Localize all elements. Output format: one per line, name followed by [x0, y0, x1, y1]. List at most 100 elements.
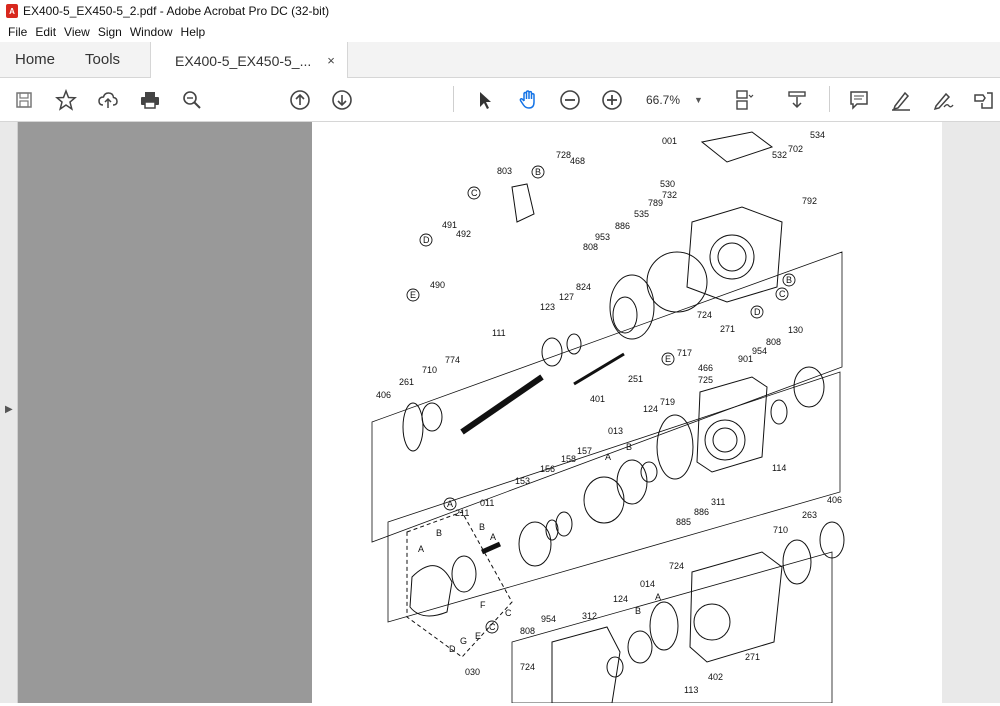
share-icon[interactable]	[970, 87, 996, 113]
left-panel-rail[interactable]: ▶	[0, 122, 18, 703]
zoom-in-icon[interactable]	[599, 87, 625, 113]
menu-sign[interactable]: Sign	[94, 25, 126, 39]
menu-file[interactable]: File	[4, 25, 31, 39]
menu-edit[interactable]: Edit	[31, 25, 60, 39]
hand-tool-icon[interactable]	[515, 87, 541, 113]
svg-text:A: A	[655, 592, 661, 602]
expand-panel-icon[interactable]: ▶	[5, 404, 13, 415]
svg-text:724: 724	[697, 310, 712, 320]
svg-text:F: F	[480, 600, 486, 610]
svg-text:953: 953	[595, 232, 610, 242]
zoom-search-icon[interactable]	[179, 87, 205, 113]
zoom-out-icon[interactable]	[557, 87, 583, 113]
exploded-parts-drawing: CBD EBC DEA CFC EGD ABA BAB AB 001534702…	[371, 130, 845, 704]
svg-text:114: 114	[772, 463, 786, 473]
svg-text:530: 530	[660, 179, 675, 189]
svg-text:535: 535	[634, 209, 649, 219]
highlight-pen-icon[interactable]	[888, 87, 914, 113]
svg-text:E: E	[475, 631, 481, 641]
svg-text:211: 211	[455, 508, 469, 518]
svg-text:127: 127	[559, 292, 574, 302]
close-icon[interactable]: ×	[327, 53, 335, 68]
svg-text:111: 111	[492, 328, 506, 338]
svg-text:406: 406	[827, 495, 842, 505]
page-down-icon[interactable]	[329, 87, 355, 113]
svg-text:C: C	[489, 622, 496, 632]
chevron-down-icon: ▼	[694, 95, 703, 105]
svg-text:803: 803	[497, 166, 512, 176]
svg-text:156: 156	[540, 464, 555, 474]
toolbar: 18 / 110 66.7% ▼	[0, 78, 1000, 184]
select-cursor-icon[interactable]	[472, 87, 498, 113]
svg-text:702: 702	[788, 144, 803, 154]
svg-text:113: 113	[684, 685, 698, 695]
svg-text:124: 124	[613, 594, 628, 604]
tab-bar: Home Tools EX400-5_EX450-5_... ×	[0, 42, 1000, 79]
svg-text:724: 724	[669, 561, 684, 571]
svg-text:030: 030	[465, 667, 480, 677]
svg-text:123: 123	[540, 302, 555, 312]
svg-text:D: D	[423, 235, 430, 245]
tab-home[interactable]: Home	[0, 42, 70, 77]
svg-text:491: 491	[442, 220, 457, 230]
svg-text:406: 406	[376, 390, 391, 400]
svg-text:719: 719	[660, 397, 675, 407]
svg-text:808: 808	[520, 626, 535, 636]
svg-text:B: B	[635, 606, 641, 616]
svg-text:824: 824	[576, 282, 591, 292]
right-panel-rail	[942, 122, 1000, 703]
bookmark-star-icon[interactable]	[53, 87, 79, 113]
svg-text:492: 492	[456, 229, 471, 239]
scroll-mode-icon[interactable]	[784, 87, 810, 113]
svg-text:885: 885	[676, 517, 691, 527]
title-bar: A EX400-5_EX450-5_2.pdf - Adobe Acrobat …	[0, 0, 1000, 22]
menu-help[interactable]: Help	[177, 25, 210, 39]
svg-text:886: 886	[694, 507, 709, 517]
fit-page-icon[interactable]	[730, 87, 756, 113]
svg-text:E: E	[665, 354, 671, 364]
svg-text:725: 725	[698, 375, 713, 385]
menu-window[interactable]: Window	[126, 25, 177, 39]
svg-text:124: 124	[643, 404, 658, 414]
svg-text:263: 263	[802, 510, 817, 520]
svg-text:774: 774	[445, 355, 460, 365]
svg-text:B: B	[535, 167, 541, 177]
svg-text:710: 710	[422, 365, 437, 375]
svg-text:710: 710	[773, 525, 788, 535]
toolbar-divider	[829, 86, 830, 112]
document-viewer[interactable]: ▶ C B D E B C D E A C F C E G D A B A B …	[0, 122, 1000, 704]
sign-icon[interactable]	[930, 87, 956, 113]
toolbar-divider	[453, 86, 454, 112]
svg-text:717: 717	[677, 348, 692, 358]
pdf-page[interactable]: CBD EBC DEA CFC EGD ABA BAB AB 001 534 702…	[312, 122, 942, 704]
svg-text:014: 014	[640, 579, 655, 589]
svg-text:312: 312	[582, 611, 597, 621]
svg-text:C: C	[471, 188, 478, 198]
tab-document[interactable]: EX400-5_EX450-5_... ×	[150, 42, 348, 79]
svg-text:C: C	[779, 289, 786, 299]
svg-text:A: A	[605, 452, 611, 462]
svg-text:466: 466	[698, 363, 713, 373]
svg-text:954: 954	[541, 614, 556, 624]
page-up-icon[interactable]	[287, 87, 313, 113]
svg-text:468: 468	[570, 156, 585, 166]
print-icon[interactable]	[137, 87, 163, 113]
svg-text:013: 013	[608, 426, 623, 436]
menu-view[interactable]: View	[60, 25, 94, 39]
svg-text:532: 532	[772, 150, 787, 160]
svg-text:D: D	[449, 644, 456, 654]
svg-text:A: A	[418, 544, 424, 554]
svg-text:271: 271	[745, 652, 760, 662]
comment-icon[interactable]	[846, 87, 872, 113]
save-icon[interactable]	[11, 87, 37, 113]
svg-text:B: B	[626, 442, 632, 452]
zoom-select[interactable]: 66.7% ▼	[646, 90, 710, 110]
svg-text:G: G	[460, 636, 467, 646]
svg-text:B: B	[479, 522, 485, 532]
upload-cloud-icon[interactable]	[95, 87, 121, 113]
svg-text:732: 732	[662, 190, 677, 200]
svg-text:C: C	[505, 608, 512, 618]
svg-text:B: B	[786, 275, 792, 285]
svg-text:001: 001	[662, 136, 677, 146]
tab-tools[interactable]: Tools	[70, 42, 135, 77]
